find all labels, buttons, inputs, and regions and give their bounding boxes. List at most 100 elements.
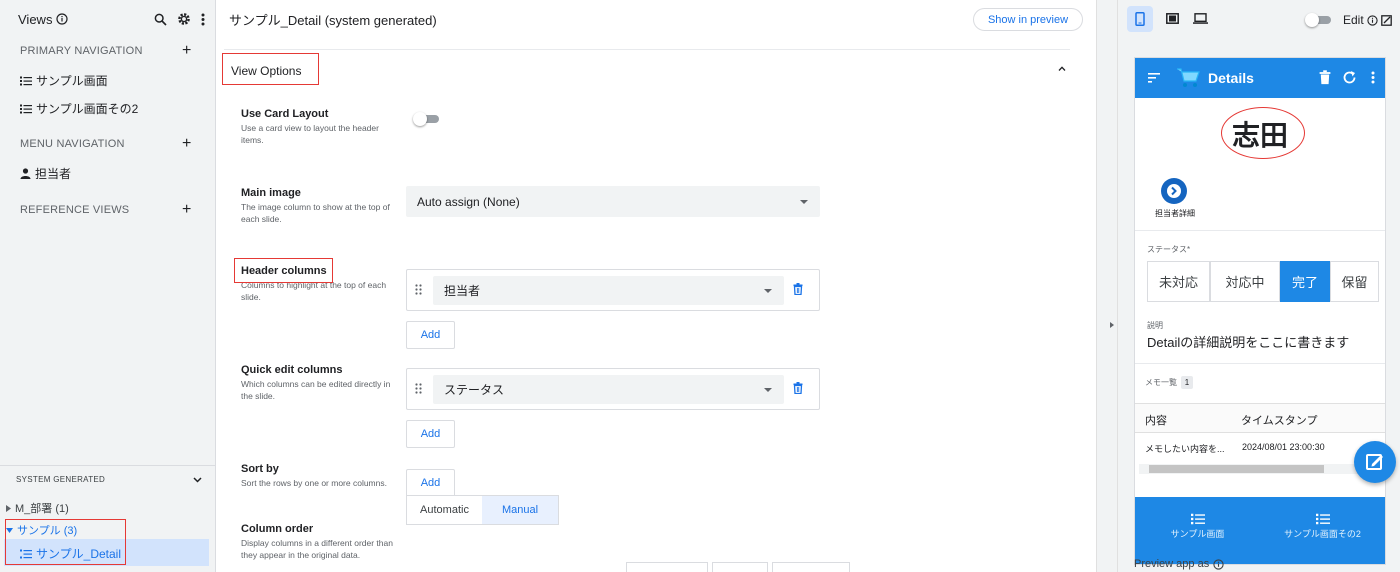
edit-fab-button[interactable] <box>1354 441 1396 483</box>
gear-icon[interactable] <box>177 12 191 26</box>
main-image-label: Main image The image column to show at t… <box>241 187 393 225</box>
header-column-select[interactable]: 担当者 <box>433 276 784 305</box>
expand-arrow-icon[interactable] <box>1110 322 1114 328</box>
drag-handle-icon[interactable] <box>415 284 422 295</box>
sidebar-item-label: サンプル画面その2 <box>36 102 139 116</box>
info-icon[interactable] <box>56 13 69 25</box>
quick-edit-value: ステータス <box>444 383 505 397</box>
add-menu-view-button[interactable]: + <box>182 136 191 152</box>
dropdown-caret-icon <box>764 387 772 392</box>
quick-edit-row: ステータス <box>406 368 820 410</box>
preview-toolbar: Edit <box>1118 0 1400 38</box>
sidebar-item-sample-screen[interactable]: サンプル画面 <box>20 72 108 89</box>
more-vert-icon[interactable] <box>1371 71 1375 84</box>
delete-icon[interactable] <box>1319 70 1331 85</box>
highlight-box-view-options <box>222 53 319 85</box>
card-layout-title: Use Card Layout <box>241 108 329 120</box>
horizontal-scrollbar[interactable] <box>1139 464 1377 474</box>
sort-menu-icon[interactable] <box>1148 73 1160 83</box>
drag-handle-icon[interactable] <box>415 383 422 394</box>
card-layout-toggle[interactable] <box>413 112 443 126</box>
info-icon[interactable] <box>1213 558 1224 570</box>
sidebar-item-tantousha[interactable]: 担当者 <box>20 165 71 182</box>
refresh-icon[interactable] <box>1342 70 1357 85</box>
status-option[interactable]: 保留 <box>1330 261 1379 302</box>
column-order-segmented: Automatic Manual <box>406 495 559 525</box>
open-external-icon[interactable] <box>1380 14 1392 26</box>
app-title: Details <box>1208 70 1254 86</box>
column-order-manual[interactable]: Manual <box>482 496 558 524</box>
add-primary-view-button[interactable]: + <box>182 43 191 59</box>
chevron-up-icon[interactable] <box>1058 66 1066 71</box>
panel-splitter[interactable] <box>1096 0 1118 572</box>
memo-count-badge: 1 <box>1181 376 1193 389</box>
tablet-icon[interactable] <box>1166 13 1179 24</box>
sort-by-title: Sort by <box>241 463 279 475</box>
sort-by-label: Sort by Sort the rows by one or more col… <box>241 463 393 489</box>
main-image-select[interactable]: Auto assign (None) <box>406 186 820 217</box>
views-title: Views <box>18 11 69 27</box>
toggle-knob <box>413 112 427 126</box>
sidebar-item-sample-screen-2[interactable]: サンプル画面その2 <box>20 100 138 117</box>
bottom-nav-item[interactable]: サンプル画面 <box>1135 513 1260 540</box>
delete-icon[interactable] <box>793 283 803 295</box>
toggle-knob <box>1305 13 1319 27</box>
delete-icon[interactable] <box>793 382 803 394</box>
memo-list-label: メモ一覧 1 <box>1145 376 1193 389</box>
bottom-nav-item[interactable]: サンプル画面その2 <box>1260 513 1385 540</box>
add-reference-view-button[interactable]: + <box>182 202 191 218</box>
table-header-timestamp[interactable]: タイムスタンプ <box>1241 412 1317 428</box>
desktop-icon[interactable] <box>1193 13 1208 24</box>
highlight-box-tree <box>5 519 126 565</box>
table-row[interactable]: メモしたい内容を... 2024/08/01 23:00:30 <box>1135 434 1385 462</box>
add-quick-edit-button[interactable]: Add <box>406 420 455 448</box>
chevron-down-icon[interactable] <box>193 476 202 483</box>
table-header-content[interactable]: 内容 <box>1145 412 1167 428</box>
bottom-nav-label: サンプル画面 <box>1170 529 1225 539</box>
column-order-control[interactable] <box>772 562 850 572</box>
sort-by-desc: Sort the rows by one or more columns. <box>241 478 387 488</box>
table-cell-content: メモしたい内容を... <box>1145 444 1225 454</box>
column-order-control[interactable] <box>712 562 768 572</box>
add-sort-button[interactable]: Add <box>406 469 455 497</box>
card-layout-desc: Use a card view to layout the header ite… <box>241 123 379 145</box>
add-header-column-button[interactable]: Add <box>406 321 455 349</box>
edit-toggle[interactable] <box>1305 13 1335 27</box>
status-option[interactable]: 未対応 <box>1147 261 1210 302</box>
detail-action-button[interactable] <box>1161 178 1187 204</box>
column-order-automatic[interactable]: Automatic <box>407 496 482 524</box>
table-cell-timestamp: 2024/08/01 23:00:30 <box>1242 442 1325 452</box>
quick-edit-select[interactable]: ステータス <box>433 375 784 404</box>
preview-app-as: Preview app as <box>1134 558 1224 570</box>
search-icon[interactable] <box>154 13 167 26</box>
scrollbar-thumb[interactable] <box>1149 465 1324 473</box>
views-title-text: Views <box>18 11 53 27</box>
status-option[interactable]: 対応中 <box>1210 261 1280 302</box>
page-title: サンプル_Detail (system generated) <box>229 12 437 28</box>
highlight-ellipse <box>1221 107 1305 159</box>
phone-icon[interactable] <box>1135 12 1145 26</box>
quick-edit-title: Quick edit columns <box>241 364 343 376</box>
status-option-selected[interactable]: 完了 <box>1280 261 1330 302</box>
chevron-right-icon <box>1167 184 1181 198</box>
dropdown-caret-icon <box>764 288 772 293</box>
column-order-control[interactable] <box>626 562 708 572</box>
show-in-preview-button[interactable]: Show in preview <box>973 8 1083 31</box>
memo-table-header: 内容 タイムスタンプ <box>1135 403 1385 433</box>
system-generated-label: SYSTEM GENERATED <box>16 475 106 484</box>
info-icon[interactable] <box>1367 14 1378 26</box>
list-icon <box>1190 513 1205 525</box>
more-vert-icon[interactable] <box>201 13 205 26</box>
memo-list-title: メモ一覧 <box>1145 378 1177 387</box>
system-generated-header[interactable]: SYSTEM GENERATED <box>0 465 216 493</box>
sidebar-item-label: 担当者 <box>35 167 72 181</box>
main-image-desc: The image column to show at the top of e… <box>241 202 390 224</box>
list-icon <box>20 104 32 114</box>
phone-preview: Details 志田 担当者詳細 ステータス* 未対応 対応中 完了 保留 説明… <box>1134 57 1386 565</box>
list-icon <box>20 76 32 86</box>
divider <box>1135 230 1385 231</box>
highlight-box-header-columns <box>234 258 333 283</box>
shopping-cart-icon <box>1176 67 1200 89</box>
quick-edit-label: Quick edit columns Which columns can be … <box>241 364 393 402</box>
tree-item-dept[interactable]: M_部署 (1) <box>6 500 69 516</box>
